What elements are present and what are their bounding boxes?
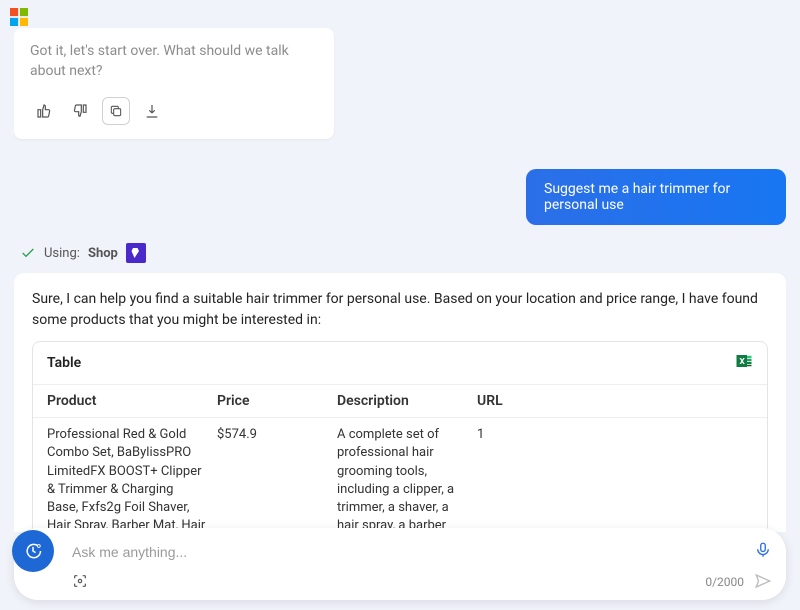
thumbs-up-icon[interactable]	[30, 97, 58, 125]
assistant-response: Sure, I can help you find a suitable hai…	[14, 273, 786, 532]
excel-export-icon[interactable]	[735, 352, 753, 374]
response-table: Table Product Price Description URL Prof…	[32, 341, 768, 532]
cell-url[interactable]: 1	[477, 426, 753, 444]
microphone-icon[interactable]	[754, 541, 772, 563]
check-icon	[20, 245, 36, 261]
feedback-row	[30, 97, 318, 125]
input-footer: 0/2000	[72, 570, 772, 594]
microsoft-logo	[10, 8, 28, 30]
send-icon[interactable]	[754, 572, 772, 593]
cell-price: $574.9	[217, 426, 337, 444]
table-row: Professional Red & Gold Combo Set, BaByl…	[33, 417, 767, 532]
col-url: URL	[477, 393, 753, 409]
plugin-name: Shop	[88, 246, 118, 261]
col-price: Price	[217, 393, 337, 409]
table-header-row: Table	[33, 342, 767, 384]
input-row	[72, 534, 772, 570]
cell-description: A complete set of professional hair groo…	[337, 426, 477, 532]
copy-icon[interactable]	[102, 97, 130, 125]
response-intro: Sure, I can help you find a suitable hai…	[32, 289, 768, 331]
plugin-prefix: Using:	[44, 246, 80, 261]
visual-search-icon[interactable]	[72, 573, 88, 592]
table-title: Table	[47, 355, 81, 371]
char-counter: 0/2000	[705, 575, 744, 589]
col-description: Description	[337, 393, 477, 409]
cell-product: Professional Red & Gold Combo Set, BaByl…	[47, 426, 217, 532]
table-columns: Product Price Description URL	[33, 384, 767, 417]
thumbs-down-icon[interactable]	[66, 97, 94, 125]
plugin-badge-icon	[126, 243, 146, 263]
assistant-message: Got it, let's start over. What should we…	[14, 28, 334, 139]
new-topic-button[interactable]	[12, 530, 54, 572]
assistant-message-text: Got it, let's start over. What should we…	[30, 42, 318, 81]
plugin-indicator: Using: Shop	[20, 243, 786, 263]
user-message: Suggest me a hair trimmer for personal u…	[526, 169, 786, 225]
user-message-text: Suggest me a hair trimmer for personal u…	[544, 181, 730, 213]
chat-input-bar: 0/2000	[14, 528, 786, 600]
download-icon[interactable]	[138, 97, 166, 125]
chat-stream: Got it, let's start over. What should we…	[14, 28, 786, 532]
chat-input[interactable]	[72, 544, 754, 560]
col-product: Product	[47, 393, 217, 409]
